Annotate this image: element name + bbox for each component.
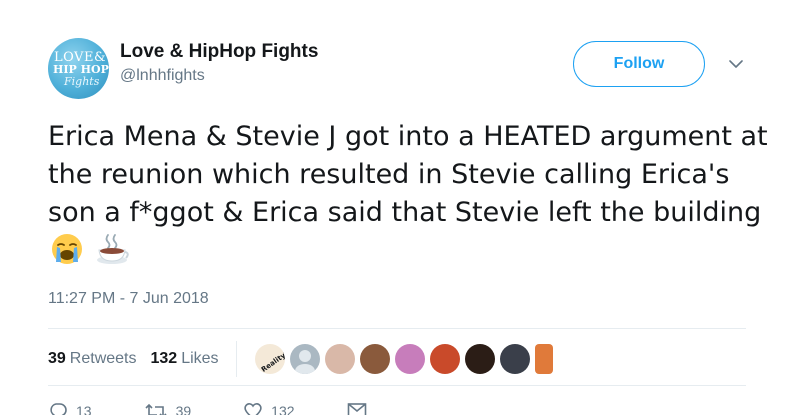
author-name[interactable]: Love & HipHop Fights	[120, 41, 318, 63]
reply-count: 13	[76, 403, 92, 415]
divider-top	[48, 328, 746, 329]
liker-avatar-9[interactable]	[535, 344, 553, 374]
divider-bottom	[48, 385, 746, 386]
tweet-actions: 13 39 132	[48, 402, 427, 415]
retweets-count: 39	[48, 350, 66, 367]
like-button[interactable]: 132	[243, 402, 295, 415]
retweets-label: Retweets	[69, 350, 137, 367]
retweet-button[interactable]: 39	[144, 402, 192, 415]
liker-avatar-2[interactable]	[290, 344, 320, 374]
likes-count: 132	[150, 350, 178, 367]
liker-avatar-1[interactable]: RealityTV	[255, 344, 285, 374]
loudly-crying-face-emoji-icon	[50, 232, 84, 266]
likes-label: Likes	[181, 350, 219, 367]
author-avatar[interactable]: LOVE& HIP HOP Fights	[48, 38, 109, 99]
likes-stat[interactable]: 132 Likes	[151, 350, 219, 368]
envelope-icon	[347, 403, 366, 415]
follow-button[interactable]: Follow	[573, 41, 705, 87]
retweet-icon	[145, 403, 167, 415]
reply-button[interactable]: 13	[48, 402, 92, 415]
hot-beverage-emoji-icon	[95, 232, 129, 266]
tweet-text: Erica Mena & Stevie J got into a HEATED …	[48, 118, 768, 271]
heart-icon	[244, 403, 262, 415]
liker-avatar-5[interactable]	[395, 344, 425, 374]
liker-badge-text: RealityTV	[260, 345, 285, 374]
liker-avatar-8[interactable]	[500, 344, 530, 374]
tweet-stats: 39 Retweets 132 Likes	[48, 344, 233, 374]
chevron-down-icon[interactable]	[727, 55, 745, 73]
tweet-header: LOVE& HIP HOP Fights Love & HipHop Fight…	[48, 38, 748, 99]
direct-message-button[interactable]	[347, 402, 375, 415]
stats-separator	[236, 341, 237, 377]
author-handle[interactable]: @lnhhfights	[120, 67, 205, 85]
liker-avatars: RealityTV	[255, 343, 558, 375]
liker-avatar-7[interactable]	[465, 344, 495, 374]
retweet-count: 39	[175, 403, 192, 415]
retweets-stat[interactable]: 39 Retweets	[48, 350, 137, 368]
reply-icon	[50, 403, 67, 415]
liker-avatar-4[interactable]	[360, 344, 390, 374]
liker-avatar-6[interactable]	[430, 344, 460, 374]
tweet-timestamp[interactable]: 11:27 PM - 7 Jun 2018	[48, 290, 209, 308]
avatar-text-line3: Fights	[64, 75, 100, 88]
tweet-body: Erica Mena & Stevie J got into a HEATED …	[48, 121, 768, 228]
like-count: 132	[271, 403, 295, 415]
liker-avatar-3[interactable]	[325, 344, 355, 374]
